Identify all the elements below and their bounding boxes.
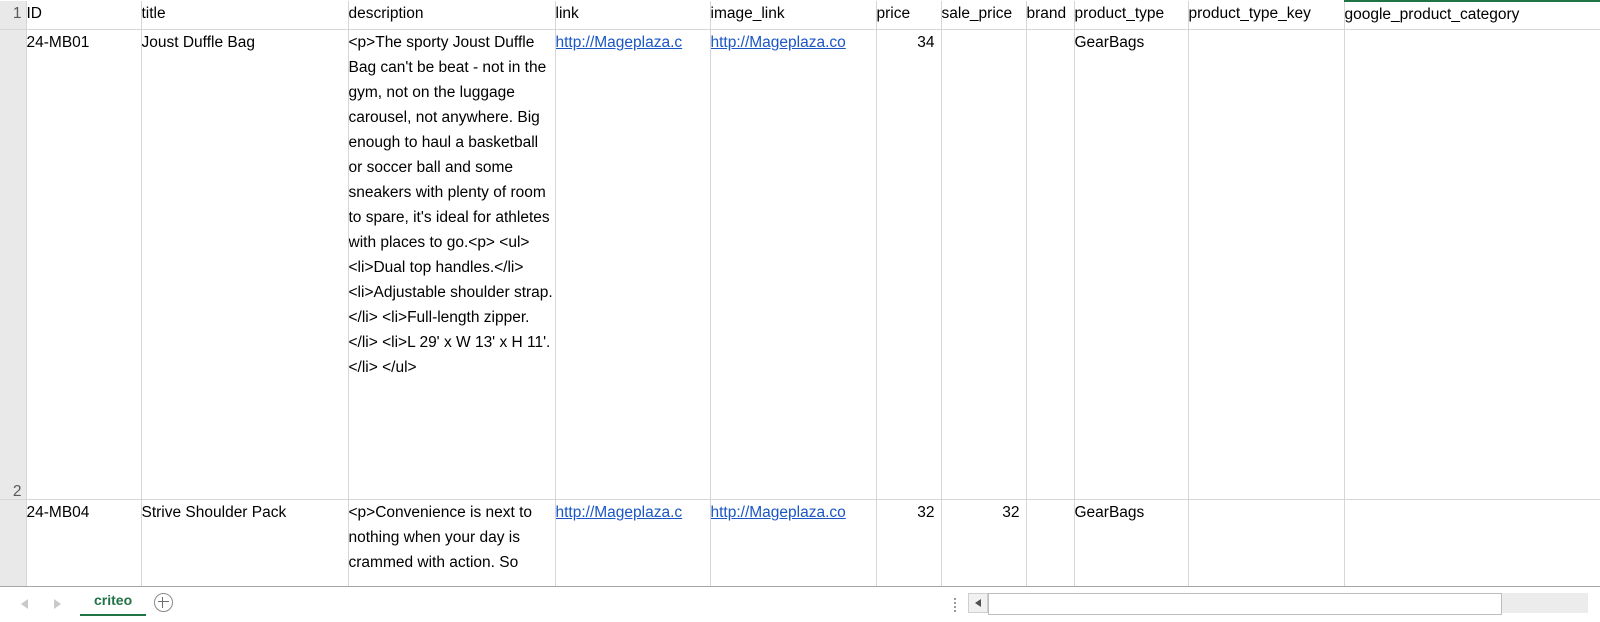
cell-id[interactable]: 24-MB01 [26,29,142,500]
cell-sale-price[interactable]: 32 [941,499,1027,586]
image-link-hyperlink[interactable]: http://Mageplaza.co [711,500,876,525]
cell-sale-price[interactable] [941,29,1027,500]
cell-link[interactable]: http://Mageplaza.c [555,499,711,586]
sheet-tab-criteo[interactable]: criteo [80,588,147,616]
handle-dot [954,598,956,600]
image-link-hyperlink[interactable]: http://Mageplaza.co [711,30,876,55]
sheet-tabs: criteo [80,587,180,622]
scroll-left-button[interactable] [968,593,988,613]
cell-title[interactable]: Joust Duffle Bag [141,29,349,500]
cell-product-type-key[interactable] [1188,29,1345,500]
cell-price[interactable]: 34 [876,29,942,500]
cell-brand[interactable] [1026,29,1075,500]
scroll-right-spacer [1570,593,1588,613]
cell-product-type[interactable]: GearBags [1074,29,1189,500]
column-header-id[interactable]: ID [26,1,142,30]
table-row: 24-MB04 Strive Shoulder Pack <p>Convenie… [0,499,1600,586]
previous-sheet-icon[interactable] [21,599,28,609]
cell-image-link[interactable]: http://Mageplaza.co [710,29,877,500]
column-header-brand[interactable]: brand [1026,1,1075,30]
link-hyperlink[interactable]: http://Mageplaza.c [556,500,710,525]
column-header-description[interactable]: description [348,1,556,30]
scroll-split-handle[interactable] [953,596,958,613]
scrollbar-thumb[interactable] [988,593,1502,615]
row-number-2[interactable]: 2 [0,29,27,500]
column-header-image-link[interactable]: image_link [710,1,877,30]
row-number-1[interactable]: 1 [0,1,27,30]
row-number-3[interactable] [0,499,27,586]
next-sheet-icon[interactable] [54,599,61,609]
cell-description[interactable]: <p>Convenience is next to nothing when y… [348,499,556,586]
plus-circle-icon [153,592,173,612]
handle-dot [954,606,956,608]
cell-link[interactable]: http://Mageplaza.c [555,29,711,500]
column-header-product-type-key[interactable]: product_type_key [1188,1,1345,30]
column-header-title[interactable]: title [141,1,349,30]
sheet-table: 1 ID title description link image_link p… [0,0,1600,586]
link-hyperlink[interactable]: http://Mageplaza.c [556,30,710,55]
table-row: 2 24-MB01 Joust Duffle Bag <p>The sporty… [0,29,1600,500]
cell-google-product-category[interactable] [1344,29,1600,500]
column-header-price[interactable]: price [876,1,942,30]
cell-image-link[interactable]: http://Mageplaza.co [710,499,877,586]
spreadsheet-grid[interactable]: 1 ID title description link image_link p… [0,0,1600,586]
cell-brand[interactable] [1026,499,1075,586]
handle-dot [954,602,956,604]
horizontal-scrollbar[interactable] [968,593,1588,615]
table-header-row: 1 ID title description link image_link p… [0,0,1600,30]
column-header-link[interactable]: link [555,1,711,30]
sheet-navigation[interactable] [8,592,74,616]
cell-google-product-category[interactable] [1344,499,1600,586]
column-header-google-product-category[interactable]: google_product_category [1344,0,1600,30]
add-sheet-button[interactable] [146,587,180,617]
spreadsheet-window: 1 ID title description link image_link p… [0,0,1600,622]
cell-id[interactable]: 24-MB04 [26,499,142,586]
scrollbar-track[interactable] [988,593,1570,615]
column-header-sale-price[interactable]: sale_price [941,1,1027,30]
cell-product-type[interactable]: GearBags [1074,499,1189,586]
caret-left-icon [975,599,981,607]
column-header-product-type[interactable]: product_type [1074,1,1189,30]
handle-dot [954,610,956,612]
cell-description[interactable]: <p>The sporty Joust Duffle Bag can't be … [348,29,556,500]
cell-title[interactable]: Strive Shoulder Pack [141,499,349,586]
cell-price[interactable]: 32 [876,499,942,586]
cell-product-type-key[interactable] [1188,499,1345,586]
